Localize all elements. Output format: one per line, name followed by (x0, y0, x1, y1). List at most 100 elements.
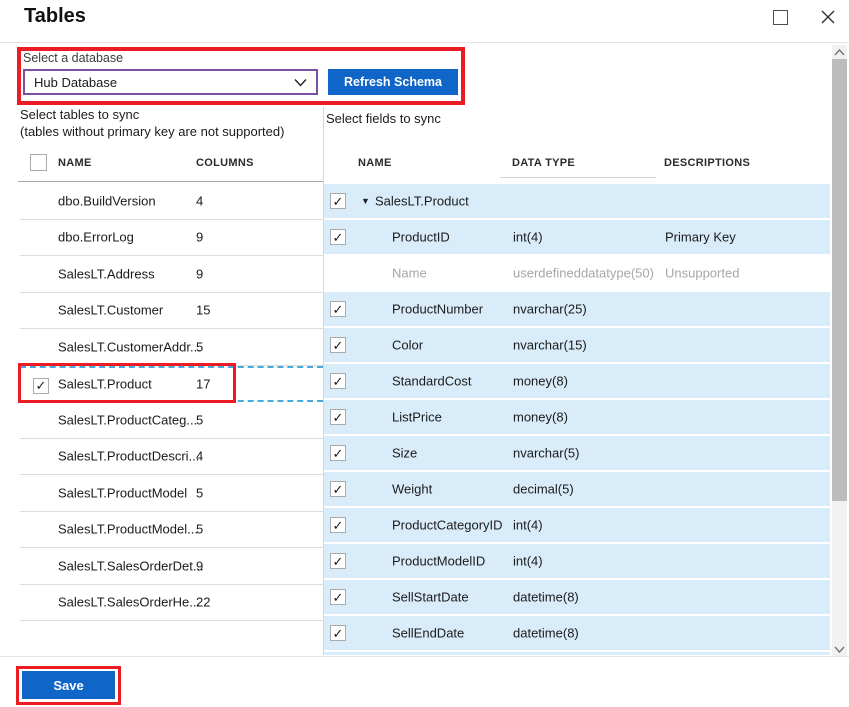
table-name: SalesLT.CustomerAddr... (58, 339, 201, 354)
field-row[interactable]: ✓ ▼ SalesLT.Product (324, 184, 830, 218)
checkmark-icon: ✓ (36, 379, 47, 392)
row-checkbox[interactable]: ✓ (330, 481, 346, 497)
table-row[interactable]: ✓ SalesLT.SalesOrderHe... 22 (20, 585, 323, 622)
scrollbar-down-icon[interactable] (832, 642, 847, 656)
field-name: ProductCategoryID (392, 518, 503, 533)
field-row[interactable]: ✓ ▼ ProductCategoryID int(4) (324, 508, 830, 542)
fields-header-underline (500, 177, 656, 178)
table-name: SalesLT.ProductModel... (58, 522, 198, 537)
table-name: dbo.BuildVersion (58, 193, 156, 208)
field-description: Unsupported (665, 266, 739, 281)
tables-header-underline (18, 181, 323, 182)
field-name: Name (392, 266, 427, 281)
table-columns-count: 15 (196, 303, 210, 318)
row-checkbox[interactable]: ✓ (330, 517, 346, 533)
vertical-scrollbar[interactable] (832, 45, 847, 656)
table-row[interactable]: ✓ SalesLT.CustomerAddr... 5 (20, 329, 323, 366)
field-row[interactable]: ✓ ▼ Color nvarchar(15) (324, 328, 830, 362)
field-name: ListPrice (392, 410, 442, 425)
table-name: SalesLT.ProductModel (58, 485, 187, 500)
field-row[interactable]: ✓ ▼ ProductNumber nvarchar(25) (324, 292, 830, 326)
field-datatype: userdefineddatatype(50) (513, 266, 654, 281)
row-checkbox[interactable]: ✓ (330, 589, 346, 605)
field-datatype: money(8) (513, 410, 568, 425)
field-row[interactable]: ✓ ▼ Name userdefineddatatype(50) Unsuppo… (324, 256, 830, 290)
field-name: SellEndDate (392, 626, 464, 641)
table-row[interactable]: ✓ SalesLT.ProductModel 5 (20, 475, 323, 512)
table-columns-count: 5 (196, 485, 203, 500)
row-checkbox[interactable]: ✓ (330, 301, 346, 317)
field-row[interactable]: ✓ ▼ ProductID int(4) Primary Key (324, 220, 830, 254)
fields-column-header-name: NAME (358, 157, 392, 169)
field-row-partial (324, 652, 830, 655)
field-row[interactable]: ✓ ▼ StandardCost money(8) (324, 364, 830, 398)
maximize-icon[interactable] (773, 10, 788, 25)
field-name: StandardCost (392, 374, 472, 389)
page-title: Tables (24, 5, 86, 28)
table-name: SalesLT.Product (58, 376, 152, 391)
tables-column-header-columns: COLUMNS (196, 157, 254, 169)
row-checkbox[interactable]: ✓ (330, 373, 346, 389)
field-name: ProductModelID (392, 554, 485, 569)
table-columns-count: 22 (196, 595, 210, 610)
field-row[interactable]: ✓ ▼ SellStartDate datetime(8) (324, 580, 830, 614)
table-columns-count: 4 (196, 449, 203, 464)
checkmark-icon: ✓ (333, 195, 344, 208)
field-datatype: money(8) (513, 374, 568, 389)
field-datatype: nvarchar(15) (513, 338, 587, 353)
field-datatype: datetime(8) (513, 590, 579, 605)
field-row[interactable]: ✓ ▼ ProductModelID int(4) (324, 544, 830, 578)
checkmark-icon: ✓ (333, 303, 344, 316)
field-row[interactable]: ✓ ▼ Size nvarchar(5) (324, 436, 830, 470)
row-checkbox[interactable]: ✓ (330, 445, 346, 461)
row-checkbox[interactable]: ✓ (330, 553, 346, 569)
checkmark-icon: ✓ (333, 375, 344, 388)
field-datatype: int(4) (513, 554, 543, 569)
table-row[interactable]: ✓ SalesLT.ProductDescri... 4 (20, 439, 323, 476)
row-checkbox[interactable]: ✓ (330, 337, 346, 353)
fields-panel-heading: Select fields to sync (326, 111, 441, 126)
field-name: Color (392, 338, 423, 353)
refresh-schema-button[interactable]: Refresh Schema (328, 69, 458, 95)
table-row[interactable]: ✓ SalesLT.Address 9 (20, 256, 323, 293)
table-row[interactable]: ✓ SalesLT.Customer 15 (20, 293, 323, 330)
table-name: SalesLT.Customer (58, 303, 163, 318)
fields-column-header-descriptions: DESCRIPTIONS (664, 157, 750, 169)
tables-panel-heading: Select tables to sync (20, 107, 139, 122)
scrollbar-thumb[interactable] (832, 59, 847, 501)
field-datatype: int(4) (513, 518, 543, 533)
field-datatype: int(4) (513, 230, 543, 245)
row-checkbox[interactable]: ✓ (330, 409, 346, 425)
field-row[interactable]: ✓ ▼ SellEndDate datetime(8) (324, 616, 830, 650)
tables-column-header-name: NAME (58, 157, 92, 169)
table-columns-count: 9 (196, 230, 203, 245)
database-label: Select a database (23, 51, 123, 65)
database-select[interactable]: Hub Database (23, 69, 318, 95)
table-row[interactable]: ✓ SalesLT.ProductModel... 5 (20, 512, 323, 549)
row-checkbox[interactable]: ✓ (33, 378, 49, 394)
row-checkbox[interactable]: ✓ (330, 625, 346, 641)
checkmark-icon: ✓ (333, 591, 344, 604)
row-checkbox[interactable]: ✓ (330, 193, 346, 209)
collapse-triangle-icon[interactable]: ▼ (361, 196, 370, 206)
field-row[interactable]: ✓ ▼ Weight decimal(5) (324, 472, 830, 506)
table-row[interactable]: ✓ SalesLT.SalesOrderDet... 9 (20, 548, 323, 585)
checkmark-icon: ✓ (333, 231, 344, 244)
table-row[interactable]: ✓ dbo.ErrorLog 9 (20, 220, 323, 257)
scrollbar-up-icon[interactable] (832, 45, 847, 59)
checkmark-icon: ✓ (333, 627, 344, 640)
table-row[interactable]: ✓ SalesLT.Product 17 (20, 366, 323, 403)
close-icon[interactable] (817, 6, 839, 28)
table-row[interactable]: ✓ SalesLT.ProductCateg... 5 (20, 402, 323, 439)
tables-panel-subheading: (tables without primary key are not supp… (20, 124, 284, 139)
checkmark-icon: ✓ (333, 339, 344, 352)
select-all-checkbox[interactable]: ✓ (30, 154, 47, 171)
save-button[interactable]: Save (22, 671, 115, 699)
field-name: SalesLT.Product (375, 194, 469, 209)
row-checkbox[interactable]: ✓ (330, 229, 346, 245)
checkmark-icon: ✓ (333, 519, 344, 532)
checkmark-icon: ✓ (333, 411, 344, 424)
field-row[interactable]: ✓ ▼ ListPrice money(8) (324, 400, 830, 434)
checkmark-icon: ✓ (333, 447, 344, 460)
table-row[interactable]: ✓ dbo.BuildVersion 4 (20, 183, 323, 220)
